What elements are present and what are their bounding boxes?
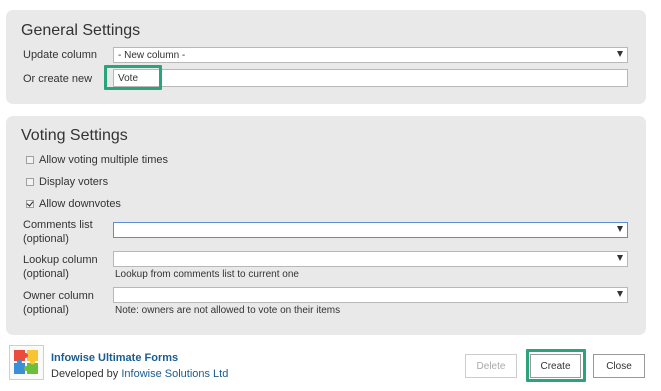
developer-credit: Developed by Infowise Solutions Ltd	[51, 368, 228, 380]
allow-multiple-label: Allow voting multiple times	[39, 154, 168, 166]
owner-column-optional: (optional)	[23, 304, 69, 316]
lookup-column-label: Lookup column	[23, 254, 98, 266]
owner-column-hint: Note: owners are not allowed to vote on …	[115, 305, 341, 316]
allow-multiple-checkbox[interactable]	[26, 156, 34, 164]
comments-list-label: Comments list	[23, 219, 93, 231]
chevron-down-icon	[617, 51, 623, 57]
update-column-select[interactable]: - New column -	[113, 47, 628, 63]
allow-downvotes-checkbox-row[interactable]: Allow downvotes	[26, 198, 121, 210]
puzzle-icon	[9, 345, 44, 380]
display-voters-checkbox[interactable]	[26, 178, 34, 186]
update-column-label: Update column	[23, 49, 97, 61]
display-voters-label: Display voters	[39, 176, 109, 188]
product-name-link[interactable]: Infowise Ultimate Forms	[51, 352, 178, 364]
chevron-down-icon	[617, 255, 623, 261]
delete-button[interactable]: Delete	[465, 354, 517, 378]
voting-settings-title: Voting Settings	[21, 127, 128, 144]
lookup-column-hint: Lookup from comments list to current one	[115, 269, 299, 280]
owner-column-label: Owner column	[23, 290, 94, 302]
comments-list-optional: (optional)	[23, 233, 69, 245]
highlight-annotation	[526, 349, 586, 382]
general-settings-title: General Settings	[21, 22, 141, 39]
owner-column-select[interactable]	[113, 287, 628, 303]
display-voters-checkbox-row[interactable]: Display voters	[26, 176, 108, 188]
create-new-input[interactable]: Vote	[113, 69, 628, 87]
allow-multiple-checkbox-row[interactable]: Allow voting multiple times	[26, 154, 168, 166]
chevron-down-icon	[617, 291, 623, 297]
comments-list-select[interactable]	[113, 222, 628, 238]
close-button[interactable]: Close	[593, 354, 645, 378]
highlight-annotation	[104, 65, 162, 90]
chevron-down-icon	[617, 226, 623, 232]
voting-settings-panel: Voting Settings Allow voting multiple ti…	[6, 116, 646, 335]
allow-downvotes-label: Allow downvotes	[39, 198, 121, 210]
create-new-label: Or create new	[23, 73, 93, 85]
lookup-column-select[interactable]	[113, 251, 628, 267]
developed-by-text: Developed by	[51, 368, 119, 380]
lookup-column-optional: (optional)	[23, 268, 69, 280]
allow-downvotes-checkbox[interactable]	[26, 200, 34, 208]
general-settings-panel: General Settings Update column - New col…	[6, 10, 646, 104]
company-link[interactable]: Infowise Solutions Ltd	[121, 368, 228, 380]
update-column-value: - New column -	[118, 50, 186, 61]
